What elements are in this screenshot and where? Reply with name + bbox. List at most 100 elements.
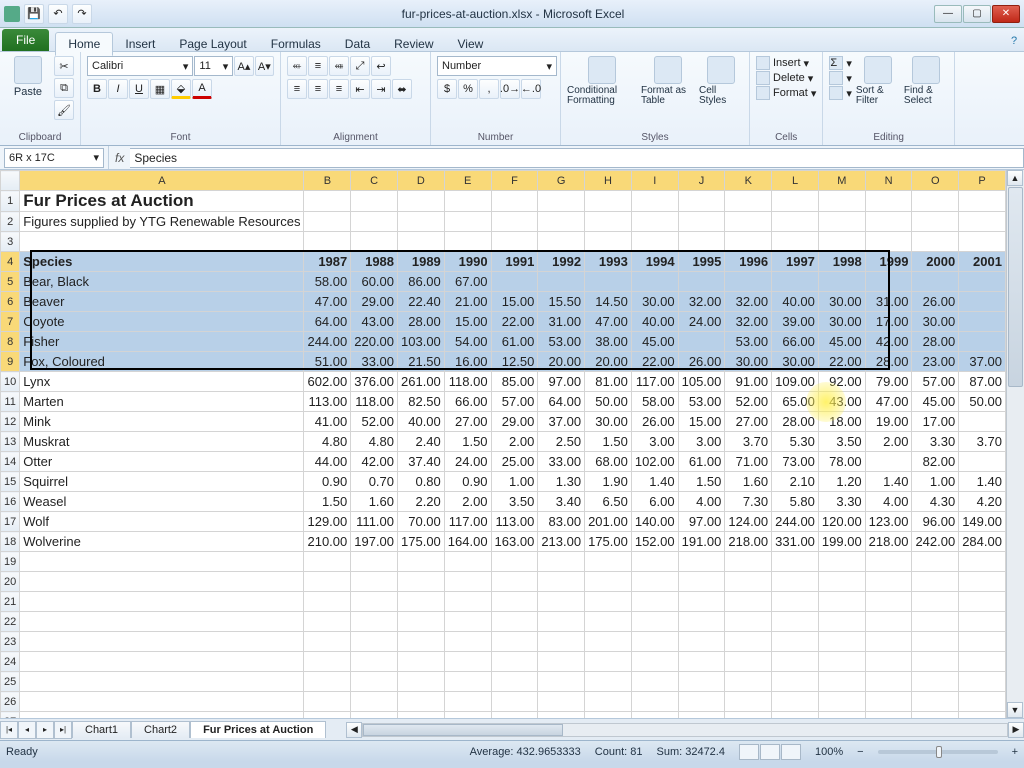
cell[interactable] (538, 652, 585, 672)
cell[interactable] (491, 632, 538, 652)
cell[interactable] (20, 592, 304, 612)
cell[interactable]: 17.00 (865, 312, 912, 332)
cell[interactable] (678, 652, 725, 672)
cell[interactable]: 51.00 (304, 352, 351, 372)
cell[interactable]: 22.40 (398, 292, 445, 312)
cell[interactable]: 1998 (818, 252, 865, 272)
cell[interactable]: 20.00 (538, 352, 585, 372)
cell[interactable] (725, 592, 772, 612)
row-header[interactable]: 23 (1, 632, 20, 652)
cell[interactable]: 120.00 (818, 512, 865, 532)
last-sheet-icon[interactable]: ▸| (54, 721, 72, 739)
cell[interactable] (865, 672, 912, 692)
cell[interactable] (1005, 272, 1006, 292)
cell[interactable] (678, 212, 725, 232)
cell[interactable] (678, 672, 725, 692)
cell[interactable] (491, 692, 538, 712)
cell[interactable] (444, 572, 491, 592)
cell[interactable] (538, 272, 585, 292)
cell[interactable] (538, 692, 585, 712)
cell[interactable]: 25.00 (491, 452, 538, 472)
cell[interactable]: 0.70 (351, 472, 398, 492)
cell[interactable]: 47.00 (304, 292, 351, 312)
cell[interactable]: 213.00 (538, 532, 585, 552)
cell[interactable]: 31.00 (865, 292, 912, 312)
col-header[interactable]: K (725, 171, 772, 191)
cell[interactable] (818, 552, 865, 572)
cell[interactable] (1005, 292, 1006, 312)
save-icon[interactable]: 💾 (24, 4, 44, 24)
scroll-left-icon[interactable]: ◀ (346, 722, 362, 738)
cell[interactable]: 103.00 (398, 332, 445, 352)
page-layout-view-icon[interactable] (760, 744, 780, 760)
cell[interactable] (398, 232, 445, 252)
cell[interactable] (959, 272, 1006, 292)
minimize-button[interactable]: — (934, 5, 962, 23)
cell[interactable] (398, 632, 445, 652)
cell[interactable] (865, 592, 912, 612)
cell[interactable] (725, 632, 772, 652)
cell[interactable] (678, 712, 725, 719)
cell[interactable]: 4.00 (678, 492, 725, 512)
cell[interactable]: 4.80 (304, 432, 351, 452)
row-header[interactable]: 17 (1, 512, 20, 532)
redo-icon[interactable]: ↷ (72, 4, 92, 24)
cell[interactable] (444, 652, 491, 672)
cell[interactable] (538, 572, 585, 592)
cell[interactable]: 58.00 (304, 272, 351, 292)
cell[interactable] (631, 191, 678, 212)
cell[interactable]: 60.00 (351, 272, 398, 292)
cell[interactable] (1005, 212, 1006, 232)
cell[interactable] (304, 652, 351, 672)
cell[interactable] (585, 572, 632, 592)
cell[interactable] (398, 672, 445, 692)
cell[interactable]: 44.00 (304, 452, 351, 472)
cell[interactable] (20, 672, 304, 692)
align-center-icon[interactable]: ≡ (308, 79, 328, 99)
cell[interactable]: 1.90 (585, 472, 632, 492)
cell[interactable] (631, 712, 678, 719)
cell[interactable]: 70.00 (398, 512, 445, 532)
cell[interactable] (351, 712, 398, 719)
row-header[interactable]: 18 (1, 532, 20, 552)
cell[interactable] (818, 692, 865, 712)
cell[interactable] (351, 612, 398, 632)
cell[interactable] (912, 552, 959, 572)
cell[interactable] (304, 712, 351, 719)
cell[interactable] (772, 632, 819, 652)
font-color-icon[interactable]: A (192, 79, 212, 99)
border-icon[interactable]: ▦ (150, 79, 170, 99)
cell[interactable] (678, 692, 725, 712)
cell[interactable]: 376.00 (351, 372, 398, 392)
font-name-combo[interactable]: Calibri▾ (87, 56, 193, 76)
cell[interactable] (959, 552, 1006, 572)
cell[interactable]: 24.00 (444, 452, 491, 472)
scroll-up-icon[interactable]: ▲ (1007, 170, 1023, 186)
delete-cells-button[interactable]: Delete ▾ (756, 71, 816, 85)
cell[interactable]: Weasel (20, 492, 304, 512)
formula-input[interactable]: Species (130, 148, 1024, 168)
cell[interactable] (1005, 572, 1006, 592)
next-sheet-icon[interactable]: ▸ (36, 721, 54, 739)
fx-label[interactable]: fx (108, 146, 130, 169)
cell[interactable] (1005, 712, 1006, 719)
cell[interactable] (1005, 632, 1006, 652)
cell[interactable] (1005, 392, 1006, 412)
cell[interactable]: 1999 (865, 252, 912, 272)
cell[interactable]: 27.00 (444, 412, 491, 432)
cell[interactable] (585, 692, 632, 712)
cell[interactable] (398, 572, 445, 592)
cell[interactable]: Fur Prices at Auction (20, 191, 304, 212)
cell[interactable] (1005, 592, 1006, 612)
cell[interactable]: 21.50 (398, 352, 445, 372)
cell[interactable]: 71.00 (725, 452, 772, 472)
col-header[interactable]: H (585, 171, 632, 191)
cell[interactable] (1005, 452, 1006, 472)
cell[interactable] (912, 612, 959, 632)
cell[interactable] (912, 191, 959, 212)
col-header[interactable]: O (912, 171, 959, 191)
cell[interactable] (631, 572, 678, 592)
cell[interactable] (678, 592, 725, 612)
row-header[interactable]: 3 (1, 232, 20, 252)
cell[interactable]: 73.00 (772, 452, 819, 472)
